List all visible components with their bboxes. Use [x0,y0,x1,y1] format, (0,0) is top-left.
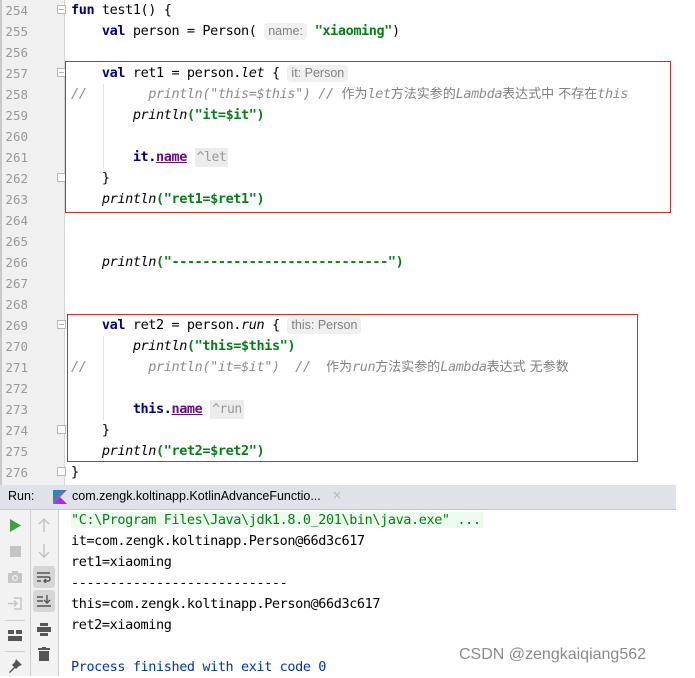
print-icon[interactable] [34,619,54,639]
line-number: 272 [5,381,28,396]
string-literal: ("----------------------------") [156,254,404,270]
keyword: fun [71,2,95,18]
line-number: 258 [5,87,28,102]
function-signature: test1() { [94,2,172,18]
line-number: 267 [5,276,28,291]
line-number: 271 [5,360,28,375]
arrow-down-icon[interactable] [34,541,54,561]
line-number: 266 [5,255,28,270]
code-text: person = Person( [125,23,257,39]
code-line: 276 } [0,462,695,483]
code-text: ) [391,23,400,39]
line-number: 264 [5,213,28,228]
console-line: ret1=xiaoming [71,554,172,570]
console-line: "C:\Program Files\Java\jdk1.8.0_201\bin\… [71,510,483,531]
code-line: 267 [0,273,695,294]
line-number: 263 [5,192,28,207]
toolbar-separator [5,620,25,621]
soft-wrap-icon[interactable] [33,566,55,588]
watermark: CSDN @zengkaiqiang562 [459,646,647,663]
line-number: 257 [5,66,28,81]
run-toolbar-left [0,510,31,676]
console-line: this=com.zengk.koltinapp.Person@66d3c617 [71,596,381,612]
close-icon[interactable]: × [332,488,342,502]
line-number: 259 [5,108,28,123]
process-exit-message: Process finished with exit code 0 [71,659,327,675]
fold-marker-icon[interactable] [57,5,66,14]
console-line: ret2=xiaoming [71,617,172,633]
line-number: 255 [5,24,28,39]
line-number: 273 [5,402,28,417]
run-tab-title: com.zengk.koltinapp.KotlinAdvanceFunctio… [72,489,321,503]
function-call: println [101,254,157,270]
code-line: 264 [0,210,695,231]
highlight-box-let [65,61,671,213]
stop-icon[interactable] [5,541,25,561]
code-editor[interactable]: 254 fun test1() { 255 val person = Perso… [0,0,695,485]
code-line: 268 [0,294,695,315]
console-line: ---------------------------- [71,575,288,591]
code-line: 266 println("---------------------------… [0,252,695,273]
highlight-box-run [67,314,638,462]
layout-icon[interactable] [5,625,25,645]
parameter-hint: name: [264,23,307,40]
line-number: 265 [5,234,28,249]
run-toolbar-right [31,510,59,676]
line-number: 261 [5,150,28,165]
line-number: 274 [5,423,28,438]
code-line: 255 val person = Person( name: "xiaoming… [0,21,695,42]
console-command[interactable]: "C:\Program Files\Java\jdk1.8.0_201\bin\… [71,512,483,528]
fold-end-marker-icon[interactable] [57,425,66,434]
fold-marker-icon[interactable] [57,320,66,329]
line-number: 276 [5,465,28,480]
scroll-to-end-icon[interactable] [33,590,55,612]
run-config-tab[interactable]: com.zengk.koltinapp.KotlinAdvanceFunctio… [42,485,354,509]
code-text: } [71,464,79,480]
console-line: it=com.zengk.koltinapp.Person@66d3c617 [71,533,365,549]
line-number: 256 [5,45,28,60]
line-number: 270 [5,339,28,354]
line-number: 260 [5,129,28,144]
line-number: 262 [5,171,28,186]
kotlin-icon [53,490,67,504]
run-label: Run: [8,489,35,503]
camera-icon[interactable] [5,567,25,587]
line-number: 269 [5,318,28,333]
fold-end-marker-icon[interactable] [57,467,66,476]
code-line: 265 [0,231,695,252]
string-literal: "xiaoming" [314,23,393,39]
trash-icon[interactable] [34,644,54,664]
login-icon[interactable] [5,593,25,613]
line-number: 268 [5,297,28,312]
line-number: 275 [5,444,28,459]
line-number: 254 [5,3,28,18]
code-line: 254 fun test1() { [0,0,695,21]
code-line: 256 [0,42,695,63]
run-icon[interactable] [5,515,25,535]
toolbar-separator [5,651,25,652]
pin-icon[interactable] [5,656,25,676]
arrow-up-icon[interactable] [34,515,54,535]
keyword: val [101,23,126,39]
run-tool-window-header: Run: com.zengk.koltinapp.KotlinAdvanceFu… [0,485,676,510]
